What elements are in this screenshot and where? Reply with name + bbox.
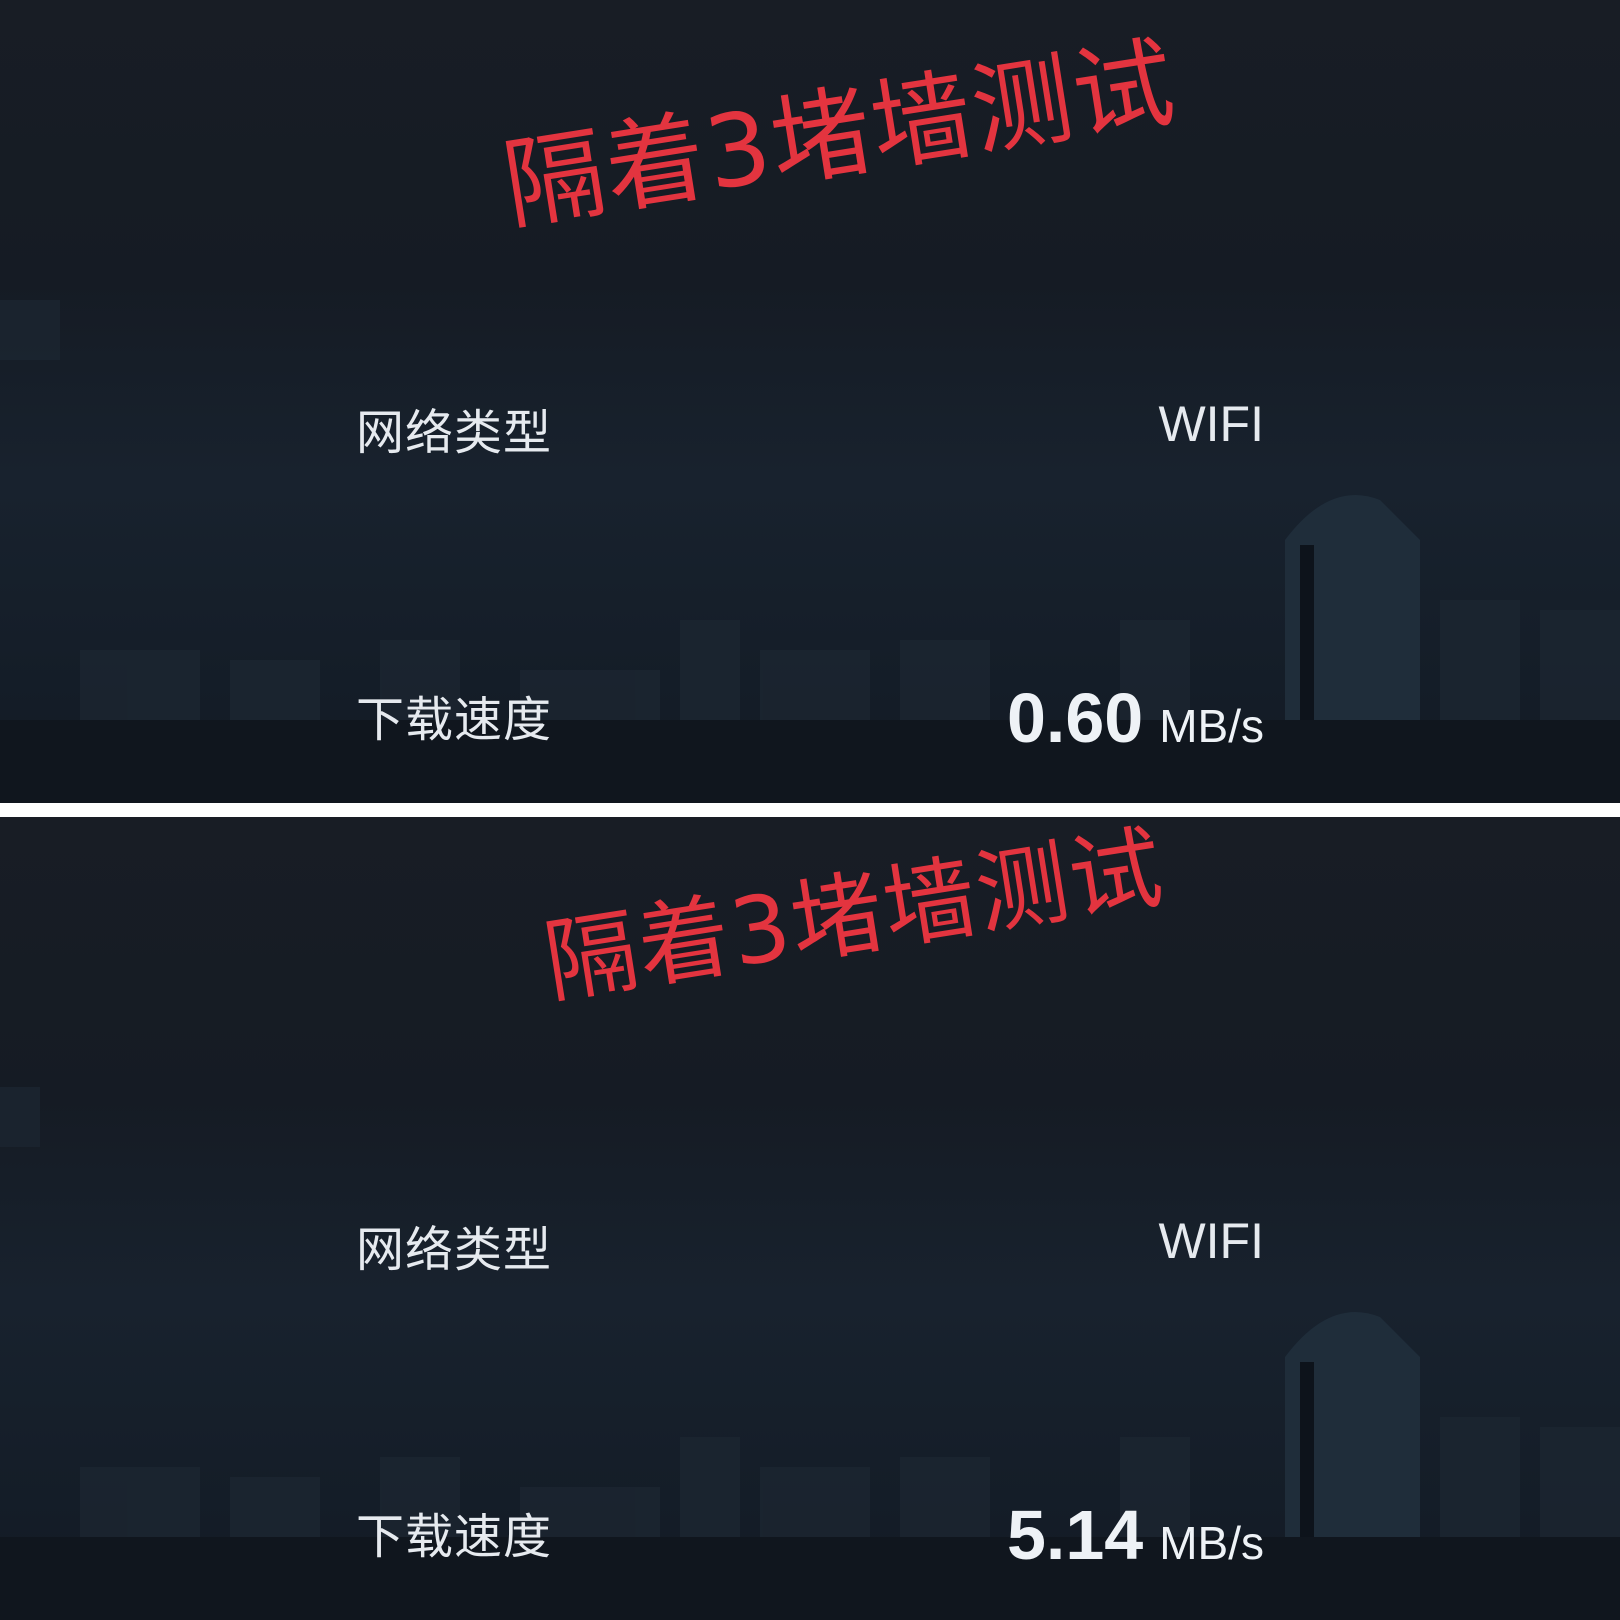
speedtest-panel-bottom: 隔着3堵墙测试 网络类型 WIFI 下载速度 5.14 MB/s [0,817,1620,1620]
download-speed-unit: MB/s [1159,700,1264,752]
download-speed-readout: 5.14 MB/s [1007,1495,1264,1575]
download-speed-value: 5.14 [1006,1496,1144,1574]
download-speed-unit: MB/s [1159,1517,1264,1569]
download-speed-readout: 0.60 MB/s [1007,678,1264,758]
network-type-label: 网络类型 [356,405,553,461]
panel-divider [0,803,1620,817]
speedtest-panel-top: 隔着3堵墙测试 网络类型 WIFI 下载速度 0.60 MB/s [0,0,1620,803]
network-type-label: 网络类型 [356,1222,553,1278]
network-type-value: WIFI [1158,1213,1264,1269]
download-speed-label: 下载速度 [356,1509,553,1565]
download-speed-value: 0.60 [1006,679,1144,757]
network-type-value: WIFI [1158,396,1264,452]
download-speed-label: 下载速度 [356,692,553,748]
